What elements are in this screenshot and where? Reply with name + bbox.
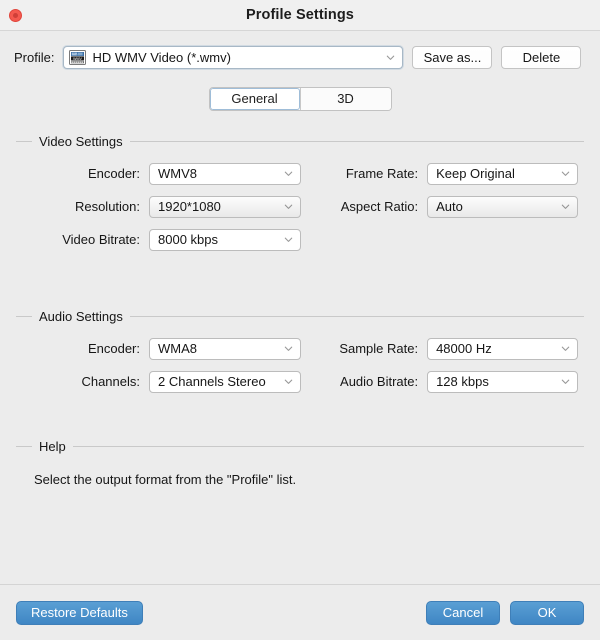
field-label: Sample Rate: <box>304 341 427 356</box>
field-encoder-audio: Encoder: WMA8 <box>16 338 304 360</box>
chevron-down-icon <box>385 52 396 63</box>
field-value: 128 kbps <box>436 374 560 389</box>
field-row: Encoder: WMA8 Sample Rate: 48000 Hz <box>16 332 584 365</box>
tab-bar: General 3D <box>0 87 600 111</box>
video-settings-header: Video Settings <box>16 133 584 149</box>
profile-row: Profile: WMV HD WMV Video (*.wm <box>0 31 600 73</box>
video-settings-fields: Encoder: WMV8 Frame Rate: Keep Original <box>16 157 584 256</box>
field-row: Channels: 2 Channels Stereo Audio Bitrat… <box>16 365 584 398</box>
chevron-down-icon <box>560 376 571 387</box>
close-icon[interactable] <box>9 9 22 22</box>
aspect-ratio-select[interactable]: Auto <box>427 196 578 218</box>
restore-defaults-button[interactable]: Restore Defaults <box>16 601 143 625</box>
page-title: Profile Settings <box>246 7 354 23</box>
field-frame-rate: Frame Rate: Keep Original <box>304 163 578 185</box>
audio-bitrate-select[interactable]: 128 kbps <box>427 371 578 393</box>
field-label: Encoder: <box>16 341 149 356</box>
chevron-down-icon <box>283 168 294 179</box>
field-label: Channels: <box>16 374 149 389</box>
field-row: Encoder: WMV8 Frame Rate: Keep Original <box>16 157 584 190</box>
divider-left <box>16 141 32 142</box>
chevron-down-icon <box>283 343 294 354</box>
audio-settings-header: Audio Settings <box>16 308 584 324</box>
field-label: Aspect Ratio: <box>304 199 427 214</box>
field-video-bitrate: Video Bitrate: 8000 kbps <box>16 229 304 251</box>
field-aspect-ratio: Aspect Ratio: Auto <box>304 196 578 218</box>
audio-encoder-select[interactable]: WMA8 <box>149 338 301 360</box>
field-channels: Channels: 2 Channels Stereo <box>16 371 304 393</box>
field-label: Encoder: <box>16 166 149 181</box>
chevron-down-icon <box>283 201 294 212</box>
field-row: Video Bitrate: 8000 kbps <box>16 223 584 256</box>
chevron-down-icon <box>560 201 571 212</box>
audio-settings-section: Audio Settings Encoder: WMA8 Sample Rate… <box>16 308 584 398</box>
field-value: WMA8 <box>158 341 283 356</box>
save-as-button[interactable]: Save as... <box>412 46 492 69</box>
video-bitrate-select[interactable]: 8000 kbps <box>149 229 301 251</box>
field-encoder-video: Encoder: WMV8 <box>16 163 304 185</box>
chevron-down-icon <box>283 376 294 387</box>
cancel-button[interactable]: Cancel <box>426 601 500 625</box>
field-value: 2 Channels Stereo <box>158 374 283 389</box>
help-text: Select the output format from the "Profi… <box>34 472 584 487</box>
channels-select[interactable]: 2 Channels Stereo <box>149 371 301 393</box>
tab-general[interactable]: General <box>210 88 300 110</box>
profile-select[interactable]: WMV HD WMV Video (*.wmv) <box>63 46 403 69</box>
resolution-select[interactable]: 1920*1080 <box>149 196 301 218</box>
divider-right <box>73 446 584 447</box>
divider-right <box>130 141 584 142</box>
help-section: Help Select the output format from the "… <box>16 438 584 487</box>
wmv-file-icon: WMV <box>69 50 86 65</box>
field-label: Video Bitrate: <box>16 232 149 247</box>
divider-left <box>16 316 32 317</box>
help-title: Help <box>32 439 73 454</box>
field-audio-bitrate: Audio Bitrate: 128 kbps <box>304 371 578 393</box>
chevron-down-icon <box>560 343 571 354</box>
chevron-down-icon <box>283 234 294 245</box>
video-settings-section: Video Settings Encoder: WMV8 Frame Rate:… <box>16 133 584 256</box>
divider-right <box>130 316 584 317</box>
divider-left <box>16 446 32 447</box>
field-sample-rate: Sample Rate: 48000 Hz <box>304 338 578 360</box>
field-value: 48000 Hz <box>436 341 560 356</box>
sample-rate-select[interactable]: 48000 Hz <box>427 338 578 360</box>
video-settings-title: Video Settings <box>32 134 130 149</box>
field-value: 1920*1080 <box>158 199 283 214</box>
profile-value: HD WMV Video (*.wmv) <box>92 50 385 65</box>
audio-settings-title: Audio Settings <box>32 309 130 324</box>
help-header: Help <box>16 438 584 454</box>
field-label: Frame Rate: <box>304 166 427 181</box>
video-encoder-select[interactable]: WMV8 <box>149 163 301 185</box>
svg-text:WMV: WMV <box>74 56 83 60</box>
ok-button[interactable]: OK <box>510 601 584 625</box>
profile-label: Profile: <box>14 50 54 65</box>
delete-button[interactable]: Delete <box>501 46 581 69</box>
dialog-footer: Restore Defaults Cancel OK <box>0 584 600 640</box>
field-value: WMV8 <box>158 166 283 181</box>
field-row: Resolution: 1920*1080 Aspect Ratio: Auto <box>16 190 584 223</box>
chevron-down-icon <box>560 168 571 179</box>
field-value: 8000 kbps <box>158 232 283 247</box>
tab-3d[interactable]: 3D <box>300 88 391 110</box>
field-value: Keep Original <box>436 166 560 181</box>
window-titlebar: Profile Settings <box>0 0 600 31</box>
field-label: Resolution: <box>16 199 149 214</box>
field-value: Auto <box>436 199 560 214</box>
frame-rate-select[interactable]: Keep Original <box>427 163 578 185</box>
field-resolution: Resolution: 1920*1080 <box>16 196 304 218</box>
audio-settings-fields: Encoder: WMA8 Sample Rate: 48000 Hz <box>16 332 584 398</box>
field-label: Audio Bitrate: <box>304 374 427 389</box>
